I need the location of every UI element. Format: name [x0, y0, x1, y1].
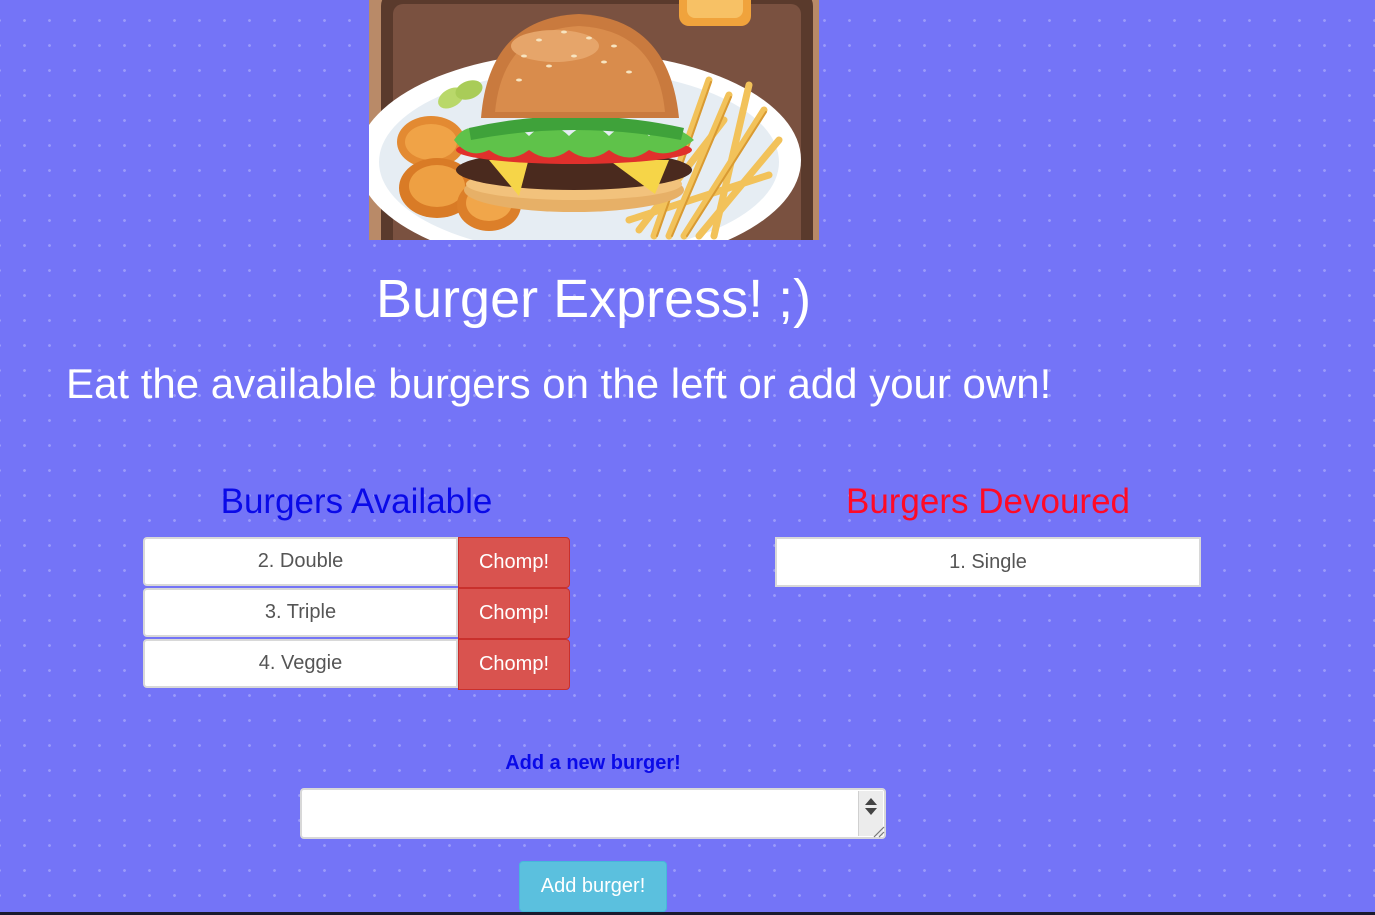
spinner-down-icon[interactable] [865, 808, 877, 815]
burger-hero-image [369, 0, 819, 240]
burger-name: 4. Veggie [143, 639, 458, 688]
spinner-up-icon[interactable] [865, 798, 877, 805]
available-burgers-list: 2. Double Chomp! 3. Triple Chomp! 4. Veg… [143, 537, 570, 690]
add-burger-button[interactable]: Add burger! [519, 861, 667, 912]
burger-name-input[interactable] [300, 788, 886, 839]
available-burger-row: 2. Double Chomp! [143, 537, 570, 588]
available-burger-row: 4. Veggie Chomp! [143, 639, 570, 690]
chomp-button[interactable]: Chomp! [458, 537, 570, 588]
chomp-button[interactable]: Chomp! [458, 639, 570, 690]
burger-name: 2. Double [143, 537, 458, 586]
devoured-burger-item: 1. Single [775, 537, 1201, 587]
resize-grip-icon[interactable] [871, 824, 885, 838]
burger-name: 3. Triple [143, 588, 458, 637]
chomp-button[interactable]: Chomp! [458, 588, 570, 639]
add-burger-field [300, 788, 886, 839]
burgers-available-heading: Burgers Available [220, 482, 493, 521]
devoured-burgers-list: 1. Single [775, 537, 1201, 587]
page-subtitle: Eat the available burgers on the left or… [66, 360, 1052, 407]
available-burger-row: 3. Triple Chomp! [143, 588, 570, 639]
add-burger-label: Add a new burger! [505, 752, 681, 774]
page-title: Burger Express! ;) [376, 269, 812, 329]
burgers-devoured-heading: Burgers Devoured [845, 482, 1131, 521]
